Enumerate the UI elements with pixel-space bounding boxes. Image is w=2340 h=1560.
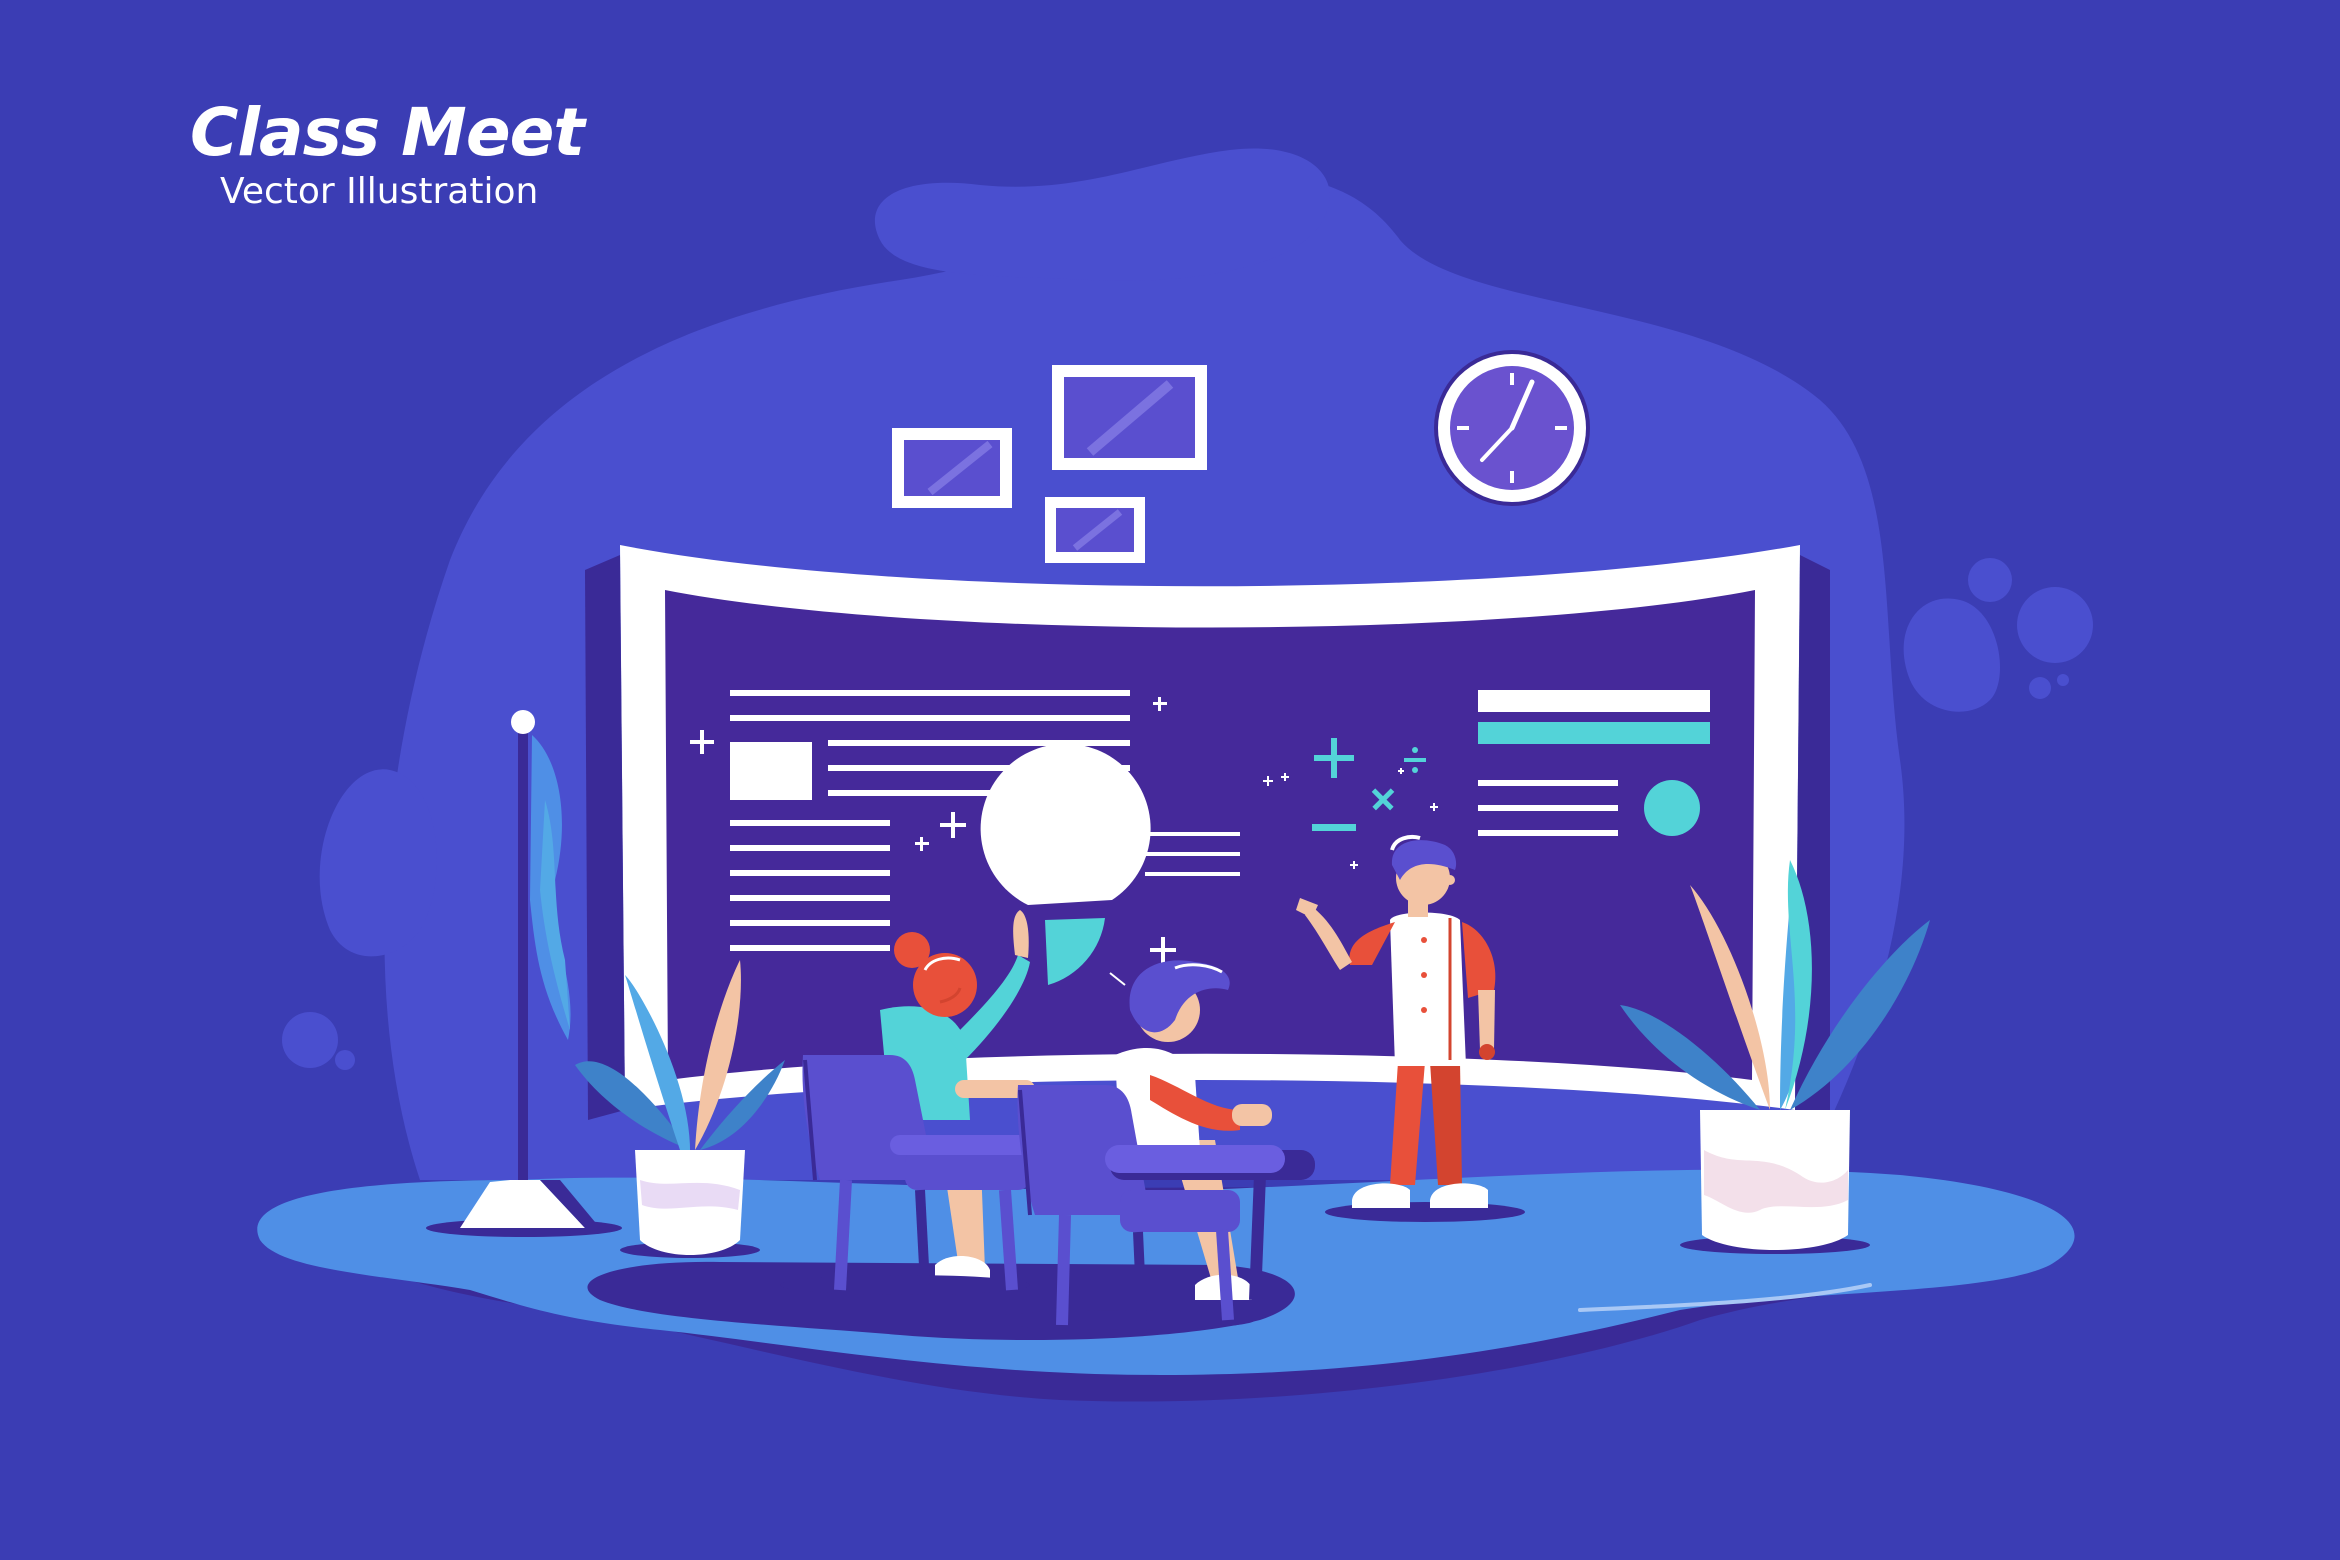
bubble-left-tiny xyxy=(335,1050,355,1070)
bubble-right xyxy=(1903,598,2000,712)
minus-icon xyxy=(1312,824,1356,831)
screen-side-left xyxy=(585,555,625,1120)
picture-frame-icon xyxy=(892,428,1012,508)
bubble-left-small xyxy=(282,1012,338,1068)
picture-frame-icon xyxy=(1052,365,1207,470)
classroom-illustration xyxy=(257,148,2093,1402)
bubble-left xyxy=(319,769,437,957)
background-blob-top xyxy=(874,148,1330,281)
picture-frame-icon xyxy=(1045,497,1145,563)
clock-icon xyxy=(1434,350,1590,506)
bubble-right-mid xyxy=(1968,558,2012,602)
bubble-right-small xyxy=(2029,677,2051,699)
bubble-right-tiny xyxy=(2057,674,2069,686)
bubble-right-big xyxy=(2017,587,2093,663)
